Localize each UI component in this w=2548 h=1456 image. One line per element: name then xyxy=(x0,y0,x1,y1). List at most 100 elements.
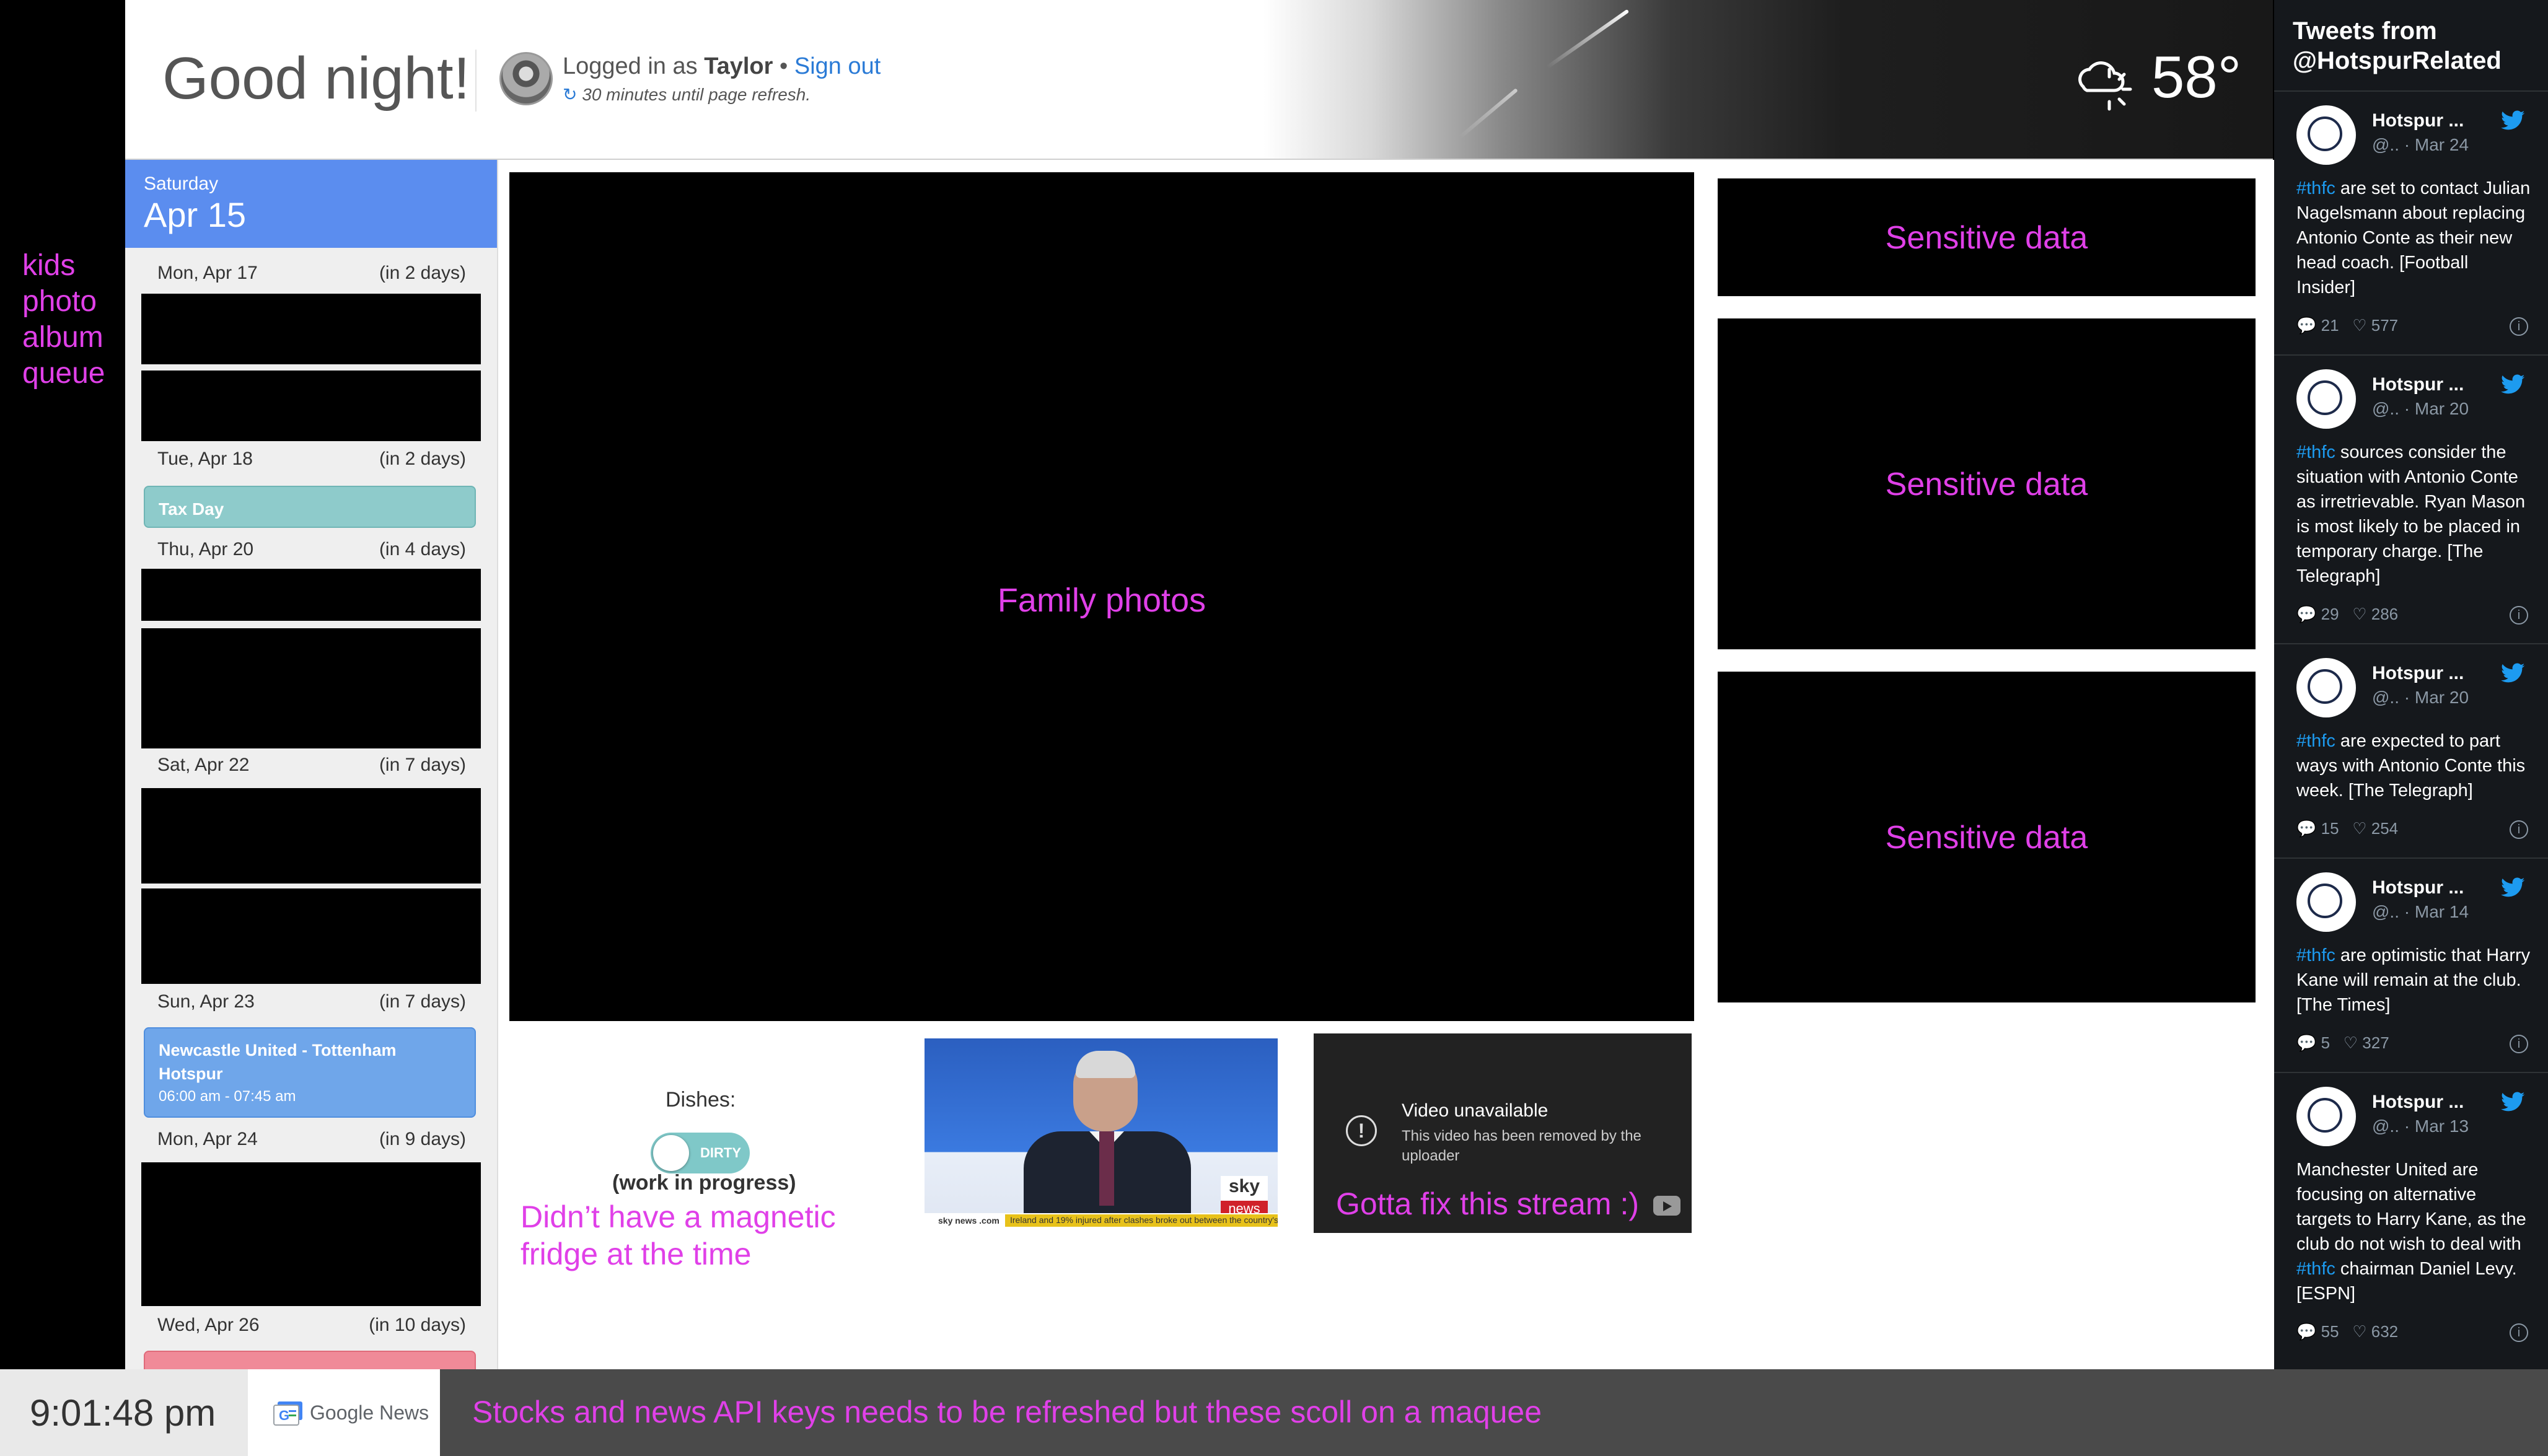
tweet-text: #thfc sources consider the situation wit… xyxy=(2296,440,2532,589)
hashtag-link[interactable]: #thfc xyxy=(2296,945,2335,965)
clock-box: 9:01:48 pm xyxy=(0,1369,248,1456)
calendar-day-relative: (in 4 days) xyxy=(379,539,466,559)
news-source-box[interactable]: G Google News xyxy=(248,1369,440,1456)
like-count: 577 xyxy=(2371,316,2399,335)
refresh-note-text: 30 minutes until page refresh. xyxy=(582,85,811,104)
video-unavailable-title: Video unavailable xyxy=(1402,1100,1549,1121)
toggle-knob xyxy=(653,1135,689,1171)
hashtag-link[interactable]: #thfc xyxy=(2296,178,2335,198)
tweet-avatar xyxy=(2296,369,2356,429)
news-source-label: Google News xyxy=(310,1401,429,1424)
like-count: 254 xyxy=(2371,819,2399,838)
login-prefix: Logged in as xyxy=(563,53,698,79)
ticker-text: Ireland and 19% injured after clashes br… xyxy=(1010,1215,1278,1225)
calendar-day-relative: (in 10 days) xyxy=(369,1315,466,1335)
dishes-status: (work in progress) xyxy=(612,1171,796,1195)
sensitive-label: Sensitive data xyxy=(1885,220,2088,256)
tweet-stats: 💬 5 ♡ 327 xyxy=(2296,1033,2389,1052)
calendar-today: Saturday Apr 15 xyxy=(125,160,497,248)
redacted-event xyxy=(141,569,481,621)
info-icon[interactable]: i xyxy=(2510,1323,2528,1342)
meteor-streak xyxy=(1545,9,1630,69)
sensitive-widget: Sensitive data xyxy=(1718,672,2256,1002)
calendar-day-date: Mon, Apr 24 xyxy=(157,1129,258,1149)
tweet-author[interactable]: Hotspur ... xyxy=(2372,877,2464,898)
calendar-day-date: Tue, Apr 18 xyxy=(157,449,253,469)
redacted-event xyxy=(141,294,481,364)
sensitive-label: Sensitive data xyxy=(1885,820,2088,856)
toggle-state: DIRTY xyxy=(700,1145,741,1160)
avatar xyxy=(499,52,553,105)
reply-count: 55 xyxy=(2321,1322,2339,1341)
redacted-event xyxy=(141,1162,481,1306)
tweet[interactable]: Hotspur ... @.. · Mar 20 #thfc sources c… xyxy=(2274,354,2548,644)
sensitive-widget: Sensitive data xyxy=(1718,318,2256,649)
stream-annotation: Gotta fix this stream :) xyxy=(1336,1186,1640,1221)
calendar-event-match[interactable]: Newcastle United - Tottenham Hotspur 06:… xyxy=(144,1027,476,1118)
calendar-day-date: Sun, Apr 23 xyxy=(157,991,255,1012)
twitter-bird-icon xyxy=(2501,110,2525,130)
tweet-author[interactable]: Hotspur ... xyxy=(2372,374,2464,395)
info-icon[interactable]: i xyxy=(2510,1035,2528,1053)
info-icon[interactable]: i xyxy=(2510,820,2528,839)
youtube-icon[interactable] xyxy=(1653,1196,1680,1216)
twitter-bird-icon xyxy=(2501,663,2525,683)
anchor-hair xyxy=(1076,1051,1135,1078)
like-count: 632 xyxy=(2371,1322,2399,1341)
redacted-event xyxy=(141,788,481,884)
calendar-event-cutoff[interactable] xyxy=(144,1351,476,1369)
news-video[interactable]: sky news sky news .com Ireland and 19% i… xyxy=(925,1038,1278,1228)
calendar-day-relative: (in 2 days) xyxy=(379,449,466,469)
twitter-bird-icon xyxy=(2501,1092,2525,1112)
like-count: 327 xyxy=(2362,1033,2389,1052)
bottom-bar: 9:01:48 pm G Google News Stocks and news… xyxy=(0,1369,2548,1456)
header: Good night! Logged in as Taylor • Sign o… xyxy=(125,0,2273,160)
redacted-event xyxy=(141,628,481,748)
twitter-timeline[interactable]: Tweets from @HotspurRelated Hotspur ... … xyxy=(2274,0,2548,1369)
google-news-icon: G xyxy=(273,1401,302,1426)
tweet-avatar xyxy=(2296,872,2356,932)
dishes-toggle[interactable]: DIRTY xyxy=(651,1133,750,1173)
reply-count: 21 xyxy=(2321,316,2339,335)
tweet[interactable]: Hotspur ... @.. · Mar 13 Manchester Unit… xyxy=(2274,1072,2548,1369)
login-separator: • xyxy=(779,53,788,79)
partly-cloudy-night-icon xyxy=(2078,61,2132,111)
tweet-author[interactable]: Hotspur ... xyxy=(2372,1092,2464,1113)
alert-icon: ! xyxy=(1346,1115,1377,1146)
tweet-text: Manchester United are focusing on altern… xyxy=(2296,1157,2532,1306)
sign-out-link[interactable]: Sign out xyxy=(794,53,881,79)
calendar-event-tax-day[interactable]: Tax Day xyxy=(144,486,476,528)
tweet-author[interactable]: Hotspur ... xyxy=(2372,663,2464,684)
tweet[interactable]: Hotspur ... @.. · Mar 24 #thfc are set t… xyxy=(2274,90,2548,356)
tweet-stats: 💬 55 ♡ 632 xyxy=(2296,1322,2399,1341)
hashtag-link[interactable]: #thfc xyxy=(2296,731,2335,751)
info-icon[interactable]: i xyxy=(2510,606,2528,625)
reply-count: 29 xyxy=(2321,605,2339,623)
news-marquee: Stocks and news API keys needs to be ref… xyxy=(472,1395,1542,1429)
family-photos-frame: Family photos xyxy=(509,172,1694,1021)
tweet-meta: @.. · Mar 14 xyxy=(2372,902,2469,921)
tweet-meta: @.. · Mar 13 xyxy=(2372,1116,2469,1136)
twitter-bird-icon xyxy=(2501,877,2525,897)
refresh-icon: ↻ xyxy=(563,85,578,104)
stream-player[interactable]: ! Video unavailable This video has been … xyxy=(1314,1033,1692,1233)
kids-photo-album-annotation: kids photo album queue xyxy=(22,249,105,390)
tweet[interactable]: Hotspur ... @.. · Mar 14 #thfc are optim… xyxy=(2274,857,2548,1073)
hashtag-link[interactable]: #thfc xyxy=(2296,442,2335,462)
calendar-day-relative: (in 7 days) xyxy=(379,755,466,775)
tweet-stats: 💬 21 ♡ 577 xyxy=(2296,316,2399,335)
tweet[interactable]: Hotspur ... @.. · Mar 20 #thfc are expec… xyxy=(2274,643,2548,859)
tweet-text: #thfc are optimistic that Harry Kane wil… xyxy=(2296,943,2532,1017)
tweet-avatar xyxy=(2296,105,2356,165)
calendar-day-relative: (in 2 days) xyxy=(379,263,466,283)
tweet-text: #thfc are set to contact Julian Nagelsma… xyxy=(2296,176,2532,300)
tweet-author[interactable]: Hotspur ... xyxy=(2372,110,2464,131)
family-photos-label: Family photos xyxy=(997,582,1206,619)
info-icon[interactable]: i xyxy=(2510,317,2528,336)
reply-count: 5 xyxy=(2321,1033,2331,1052)
tweet-body: Manchester United are focusing on altern… xyxy=(2296,1160,2526,1254)
calendar-day-date: Mon, Apr 17 xyxy=(157,263,258,283)
hashtag-link[interactable]: #thfc xyxy=(2296,1259,2335,1279)
calendar-day-date: Sat, Apr 22 xyxy=(157,755,250,775)
redacted-event xyxy=(141,371,481,441)
